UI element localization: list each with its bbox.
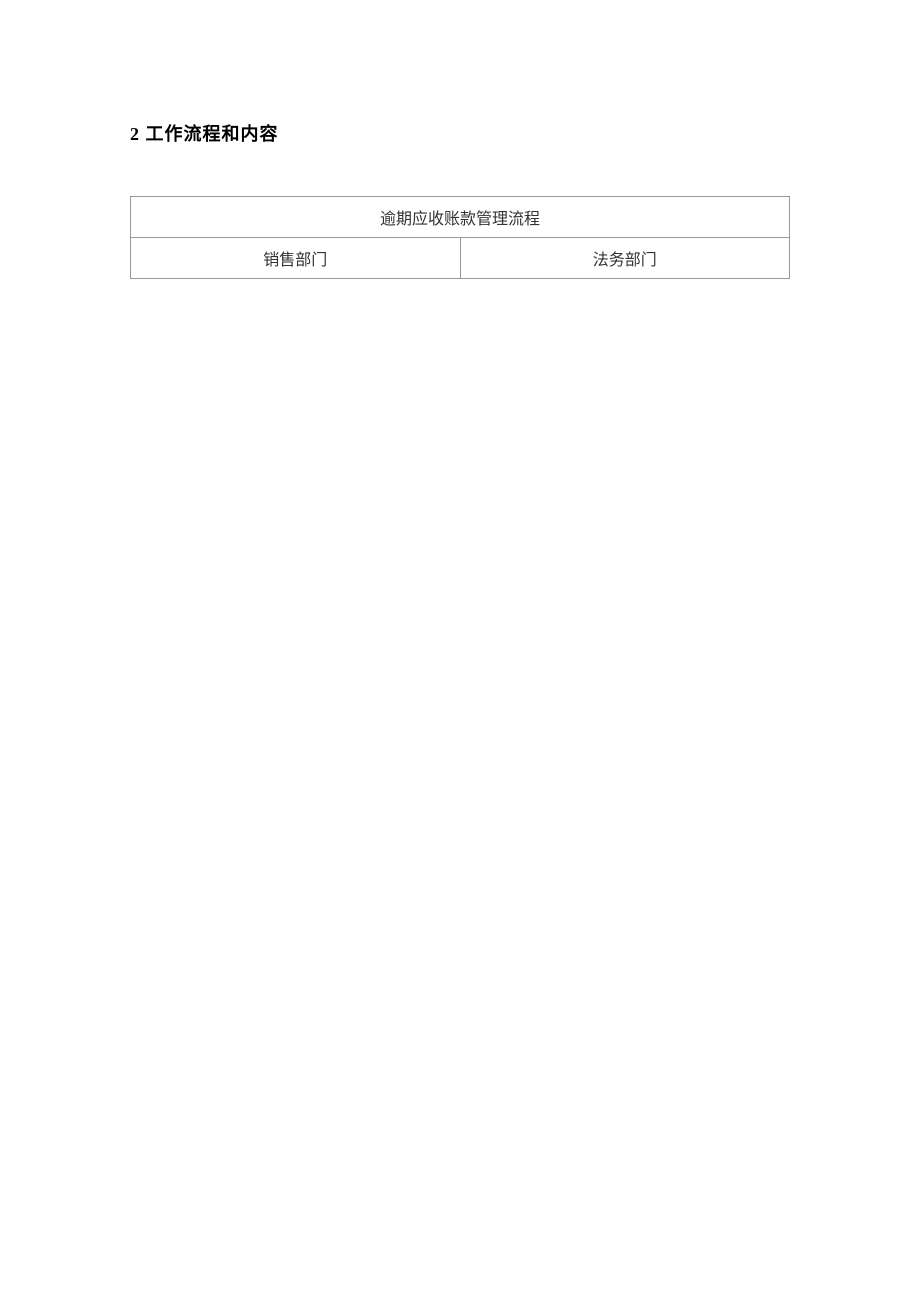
- table-department-cell: 销售部门: [131, 238, 461, 279]
- table-title-row: 逾期应收账款管理流程: [131, 197, 790, 238]
- table-department-cell: 法务部门: [460, 238, 790, 279]
- document-page: 2 工作流程和内容 逾期应收账款管理流程 销售部门 法务部门: [0, 0, 920, 279]
- table-title-cell: 逾期应收账款管理流程: [131, 197, 790, 238]
- section-heading: 2 工作流程和内容: [130, 120, 790, 146]
- table-department-row: 销售部门 法务部门: [131, 238, 790, 279]
- workflow-table: 逾期应收账款管理流程 销售部门 法务部门: [130, 196, 790, 279]
